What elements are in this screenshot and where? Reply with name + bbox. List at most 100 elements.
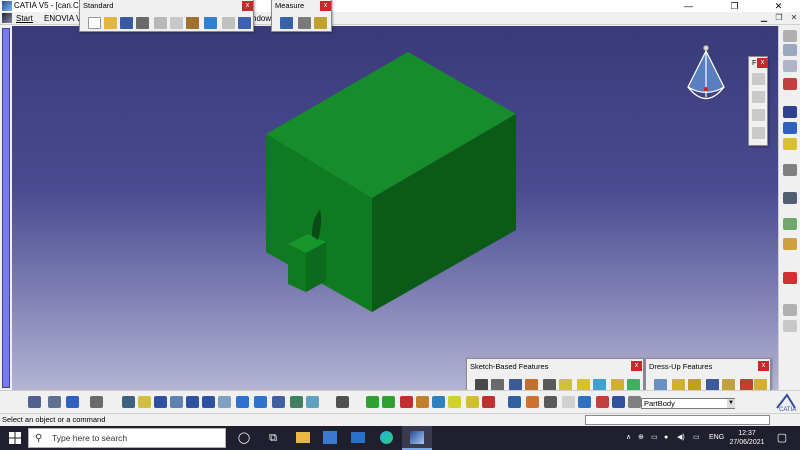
model-canvas[interactable]: [12, 26, 778, 390]
standard-toolbar-close-button[interactable]: x: [242, 1, 253, 11]
f-toolbar-close-button[interactable]: x: [757, 58, 768, 68]
taskbar-search-box[interactable]: ⚲ Type here to search: [28, 428, 226, 448]
paste-icon[interactable]: [186, 17, 199, 29]
move-icon[interactable]: [154, 396, 167, 408]
sketch-tool-2-icon[interactable]: [783, 60, 797, 72]
notifications-icon[interactable]: ▢: [775, 431, 789, 445]
dress-up-features-close-button[interactable]: x: [758, 361, 769, 371]
line-icon[interactable]: [783, 122, 797, 134]
swap-space-icon[interactable]: [306, 396, 319, 408]
close-button[interactable]: ✕: [756, 0, 800, 12]
measure-inertia-icon[interactable]: [314, 17, 327, 29]
undo-icon[interactable]: [204, 17, 217, 29]
symmetry-icon[interactable]: [432, 396, 445, 408]
redo-icon[interactable]: [222, 17, 235, 29]
microphone-icon[interactable]: ●: [664, 426, 668, 450]
shading-icon[interactable]: [272, 396, 285, 408]
fit-in-icon[interactable]: [138, 396, 151, 408]
zoom-out-icon[interactable]: [202, 396, 215, 408]
record-icon[interactable]: [783, 30, 797, 42]
plane-tool-icon[interactable]: [783, 78, 797, 90]
boolean-icon[interactable]: [508, 396, 521, 408]
rotate-view-icon[interactable]: [170, 396, 183, 408]
command-input[interactable]: [585, 415, 770, 425]
arrows-icon[interactable]: [382, 396, 395, 408]
misc-tool-icon[interactable]: [783, 320, 797, 332]
constraint-icon[interactable]: [783, 192, 797, 204]
analysis-icon[interactable]: [783, 218, 797, 230]
rotate-icon[interactable]: [66, 396, 79, 408]
feature-color-icon[interactable]: [596, 396, 609, 408]
volume-icon[interactable]: ◀): [677, 426, 685, 450]
mail-icon[interactable]: [351, 432, 365, 443]
taskbar-clock[interactable]: 12:37 27/06/2021: [722, 429, 772, 447]
catalog-icon[interactable]: [336, 396, 349, 408]
assemble-icon[interactable]: [526, 396, 539, 408]
compass-snap-icon[interactable]: [366, 396, 379, 408]
measure-small-icon[interactable]: [783, 304, 797, 316]
pointer-icon[interactable]: [466, 396, 479, 408]
file-explorer-icon[interactable]: [296, 432, 310, 443]
store-icon[interactable]: [323, 431, 337, 444]
network-icon[interactable]: ▭: [693, 426, 700, 450]
doc-minimize-icon[interactable]: ▁: [758, 13, 770, 23]
menu-start[interactable]: Start: [16, 12, 33, 25]
new-file-icon[interactable]: [88, 17, 101, 29]
fit-all-icon[interactable]: [90, 396, 103, 408]
doc-close-icon[interactable]: ✕: [788, 13, 800, 23]
cut-icon[interactable]: [154, 17, 167, 29]
apply-material-icon[interactable]: [783, 238, 797, 250]
feature-tool-3-icon[interactable]: [752, 109, 765, 121]
battery-icon[interactable]: ▭: [651, 426, 658, 450]
multi-view-icon[interactable]: [236, 396, 249, 408]
pan-icon[interactable]: [122, 396, 135, 408]
scale-icon[interactable]: [416, 396, 429, 408]
value-scale-icon[interactable]: [562, 396, 575, 408]
minimize-button[interactable]: —: [666, 0, 711, 12]
feature-tool-4-icon[interactable]: [752, 127, 765, 139]
menu-window[interactable]: ndow: [252, 12, 271, 25]
copy-icon[interactable]: [170, 17, 183, 29]
feature-tool-1-icon[interactable]: [752, 73, 765, 85]
help-icon[interactable]: [238, 17, 251, 29]
gear-icon[interactable]: [783, 164, 797, 176]
part-body-selector[interactable]: PartBody: [641, 398, 735, 409]
open-folder-icon[interactable]: [104, 17, 117, 29]
measure-item-icon[interactable]: [298, 17, 311, 29]
save-icon[interactable]: [120, 17, 133, 29]
tray-chevron-icon[interactable]: ∧: [626, 426, 631, 450]
chevron-down-icon[interactable]: ▼: [727, 399, 735, 408]
fly-mode-icon[interactable]: [28, 396, 41, 408]
cortana-icon[interactable]: ◯: [237, 431, 251, 445]
normal-view-icon[interactable]: [218, 396, 231, 408]
list-icon[interactable]: [612, 396, 625, 408]
edge-browser-icon[interactable]: [380, 431, 393, 444]
sketch-based-features-close-button[interactable]: x: [631, 361, 642, 371]
task-view-icon[interactable]: ⧉: [266, 431, 280, 445]
print-icon[interactable]: [136, 17, 149, 29]
feature-tool-2-icon[interactable]: [752, 91, 765, 103]
3d-viewport[interactable]: [12, 26, 778, 390]
publish-icon[interactable]: [482, 396, 495, 408]
doc-restore-icon[interactable]: ❐: [773, 13, 785, 23]
measure-toolbar-close-button[interactable]: x: [320, 1, 331, 11]
sketch-tool-icon[interactable]: [783, 44, 797, 56]
sketch-analysis-icon[interactable]: [578, 396, 591, 408]
iso-view-icon[interactable]: [254, 396, 267, 408]
axis-system-icon[interactable]: [448, 396, 461, 408]
hide-show-icon[interactable]: [290, 396, 303, 408]
translate-icon[interactable]: [400, 396, 413, 408]
dimension-icon[interactable]: [544, 396, 557, 408]
walk-icon[interactable]: [48, 396, 61, 408]
select-icon[interactable]: [783, 272, 797, 284]
maximize-button[interactable]: ❐: [712, 0, 757, 12]
eraser-icon[interactable]: [628, 396, 641, 408]
zoom-in-icon[interactable]: [186, 396, 199, 408]
compass-icon[interactable]: [682, 42, 730, 112]
windows-start-icon[interactable]: [9, 432, 21, 444]
point-icon[interactable]: [783, 106, 797, 118]
measure-between-icon[interactable]: [280, 17, 293, 29]
catia-taskbar-button[interactable]: [402, 426, 432, 450]
globe-icon[interactable]: ⊕: [638, 426, 644, 450]
axis-icon[interactable]: [783, 138, 797, 150]
